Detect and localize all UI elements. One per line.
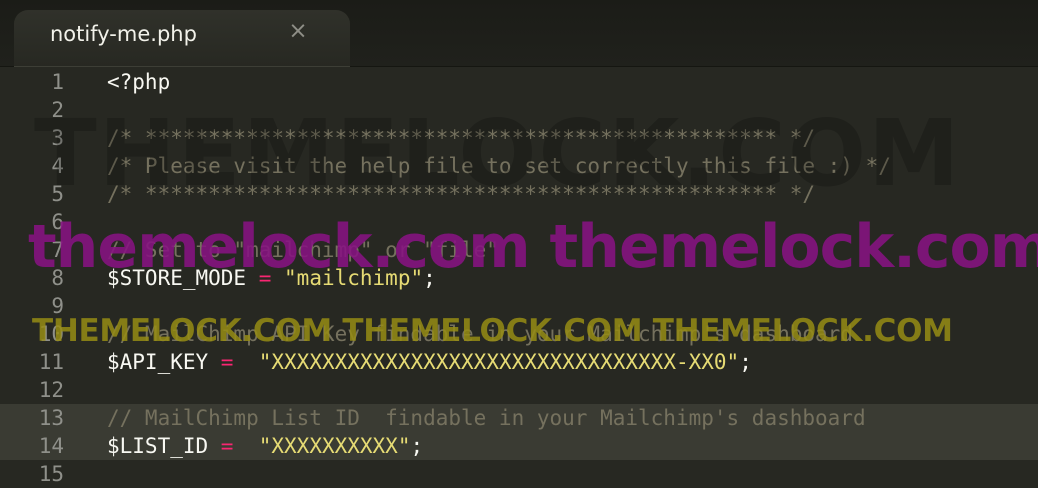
code-token: // MailChimp List ID findable in your Ma… [107,406,866,430]
code-editor[interactable]: 1 <?php 2 3 /* *****************************… [0,67,1038,486]
code-token: /* *************************************… [107,182,816,206]
code-token: = [220,350,234,374]
code-text: // Set to "mailchimp" or "file" [107,236,499,264]
code-token: "mailchimp" [284,266,424,290]
line-number: 1 [51,70,64,94]
code-text: $STORE_MODE = "mailchimp"; [107,264,436,292]
code-token: // Set to "mailchimp" or "file" [107,238,499,262]
code-line[interactable]: 1 <?php [0,68,1038,96]
code-token: /* Please visit the help file to set cor… [107,154,891,178]
code-line[interactable]: 10 // MailChimp API Key findable in your … [0,320,1038,348]
code-line[interactable]: 2 [0,96,1038,124]
code-line[interactable]: 6 [0,208,1038,236]
line-number: 4 [51,154,64,178]
code-text: // MailChimp API Key findable in your Ma… [107,320,853,348]
code-line[interactable]: 8 $STORE_MODE = "mailchimp"; [0,264,1038,292]
code-text: // MailChimp List ID findable in your Ma… [107,404,866,432]
code-token: $LIST_ID [107,434,221,458]
code-token: = [220,434,234,458]
code-line[interactable]: 4 /* Please visit the help file to set co… [0,152,1038,180]
code-token: "XXXXXXXXXXXXXXXXXXXXXXXXXXXXXXXX-XX0" [258,350,740,374]
code-text: <?php [107,68,170,96]
line-number: 8 [51,266,64,290]
line-number: 13 [38,406,64,430]
code-line[interactable]: 15 [0,460,1038,488]
code-line[interactable]: 5 /* ************************************… [0,180,1038,208]
line-number: 9 [51,294,64,318]
code-line[interactable]: 13 // MailChimp List ID findable in your … [0,404,1038,432]
code-text: $API_KEY = "XXXXXXXXXXXXXXXXXXXXXXXXXXXX… [107,348,752,376]
code-text: /* Please visit the help file to set cor… [107,152,891,180]
code-token: ; [739,350,752,374]
line-number: 15 [38,462,64,486]
code-line[interactable]: 14 $LIST_ID = "XXXXXXXXXX"; [0,432,1038,460]
line-number: 10 [38,322,64,346]
code-text: $LIST_ID = "XXXXXXXXXX"; [107,432,423,460]
line-number: 5 [51,182,64,206]
code-token: = [258,266,272,290]
code-line[interactable]: 7 // Set to "mailchimp" or "file" [0,236,1038,264]
file-tab[interactable]: notify-me.php × [14,10,350,67]
tab-bar: notify-me.php × [0,0,1038,67]
code-token: <?php [107,70,171,94]
line-number: 12 [38,378,64,402]
line-number: 2 [51,98,64,122]
line-number: 7 [51,238,64,262]
line-number: 6 [51,210,64,234]
code-line[interactable]: 11 $API_KEY = "XXXXXXXXXXXXXXXXXXXXXXXXXX… [0,348,1038,376]
code-token: "XXXXXXXXXX" [258,434,411,458]
code-text: /* *************************************… [107,180,815,208]
line-number: 3 [51,126,64,150]
code-token: ; [423,266,436,290]
code-line[interactable]: 9 [0,292,1038,320]
code-line[interactable]: 12 [0,376,1038,404]
code-token: /* *************************************… [107,126,816,150]
code-text: /* *************************************… [107,124,815,152]
line-number: 14 [38,434,64,458]
close-icon[interactable]: × [286,19,310,43]
code-token: // MailChimp API Key findable in your Ma… [107,322,853,346]
code-line[interactable]: 3 /* ************************************… [0,124,1038,152]
line-number: 11 [38,350,64,374]
code-token: $STORE_MODE [107,266,259,290]
tab-title: notify-me.php [50,22,197,46]
code-token: ; [410,434,424,458]
code-token: $API_KEY [107,350,221,374]
